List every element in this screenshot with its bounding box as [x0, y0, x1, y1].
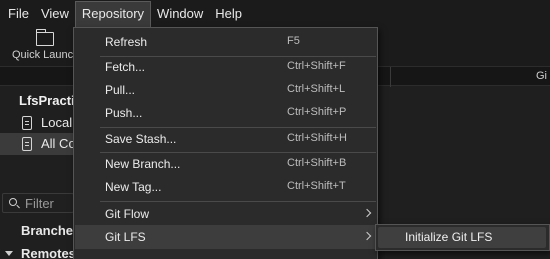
- menu-item-new-branch[interactable]: New Branch... Ctrl+Shift+B: [75, 152, 376, 176]
- chevron-down-icon[interactable]: [5, 251, 13, 256]
- menu-view[interactable]: View: [35, 1, 75, 27]
- menu-item-label: Git LFS: [105, 230, 146, 244]
- repository-menu: Refresh F5 Fetch... Ctrl+Shift+F Pull...…: [73, 27, 378, 259]
- menu-item-label: Push...: [105, 106, 143, 120]
- menu-item-pull[interactable]: Pull... Ctrl+Shift+L: [75, 78, 376, 102]
- menu-item-label: New Branch...: [105, 157, 181, 171]
- sidebar-item-all-commits[interactable]: All Co: [0, 133, 80, 155]
- menu-item-initialize-git-lfs[interactable]: Initialize Git LFS: [378, 227, 546, 248]
- menu-item-new-tag[interactable]: New Tag... Ctrl+Shift+T: [75, 175, 376, 199]
- branches-section[interactable]: Branches: [21, 223, 80, 238]
- menu-item-shortcut: Ctrl+Shift+L: [287, 83, 346, 95]
- menu-item-label: Refresh: [105, 35, 148, 49]
- search-icon: [9, 198, 17, 206]
- menu-item-refresh[interactable]: Refresh F5: [75, 30, 376, 54]
- menu-item-shortcut: Ctrl+Shift+H: [287, 132, 347, 144]
- git-lfs-submenu: Initialize Git LFS: [375, 224, 550, 251]
- menu-item-label: Pull...: [105, 83, 136, 97]
- chevron-right-icon: [362, 231, 372, 241]
- menu-item-shortcut: Ctrl+Shift+T: [287, 180, 346, 192]
- remotes-section[interactable]: Remotes: [21, 246, 76, 259]
- menu-item-push[interactable]: Push... Ctrl+Shift+P: [75, 101, 376, 125]
- sidebar-item-label: Local: [41, 115, 73, 130]
- menu-item-git-flow[interactable]: Git Flow: [75, 202, 376, 226]
- menu-item-git-lfs[interactable]: Git LFS: [75, 225, 376, 249]
- folder-icon: [35, 29, 54, 46]
- filter-input[interactable]: Filter: [2, 193, 74, 213]
- document-list-icon: [22, 137, 32, 151]
- menu-item-shortcut: Ctrl+Shift+B: [287, 157, 347, 169]
- menu-repository[interactable]: Repository: [74, 1, 152, 27]
- file-lock-icon: [22, 116, 32, 130]
- menu-item-label: Initialize Git LFS: [405, 230, 493, 244]
- menu-item-save-stash[interactable]: Save Stash... Ctrl+Shift+H: [75, 127, 376, 151]
- menu-item-fetch[interactable]: Fetch... Ctrl+Shift+F: [75, 55, 376, 79]
- column-divider[interactable]: [390, 67, 391, 87]
- menu-item-shortcut: Ctrl+Shift+P: [287, 106, 347, 118]
- menu-item-label: Save Stash...: [105, 132, 177, 146]
- quick-launch-button[interactable]: Quick Launch: [8, 29, 80, 64]
- menu-item-label: Git Flow: [105, 207, 150, 221]
- sidebar-item-local[interactable]: Local: [0, 112, 80, 134]
- menu-item-shortcut: Ctrl+Shift+F: [287, 60, 346, 72]
- menu-help[interactable]: Help: [209, 1, 248, 27]
- menu-item-label: New Tag...: [105, 180, 162, 194]
- column-header-label[interactable]: Gi: [536, 70, 547, 82]
- filter-placeholder: Filter: [25, 196, 54, 211]
- sidebar-item-label: All Co: [41, 136, 76, 151]
- menu-item-label: Fetch...: [105, 60, 146, 74]
- chevron-right-icon: [362, 208, 372, 218]
- menu-item-shortcut: F5: [287, 35, 300, 47]
- menu-file[interactable]: File: [2, 1, 35, 27]
- menu-bar: File View Repository Window Help: [0, 0, 550, 28]
- quick-launch-label: Quick Launch: [12, 49, 80, 61]
- menu-window[interactable]: Window: [151, 1, 209, 27]
